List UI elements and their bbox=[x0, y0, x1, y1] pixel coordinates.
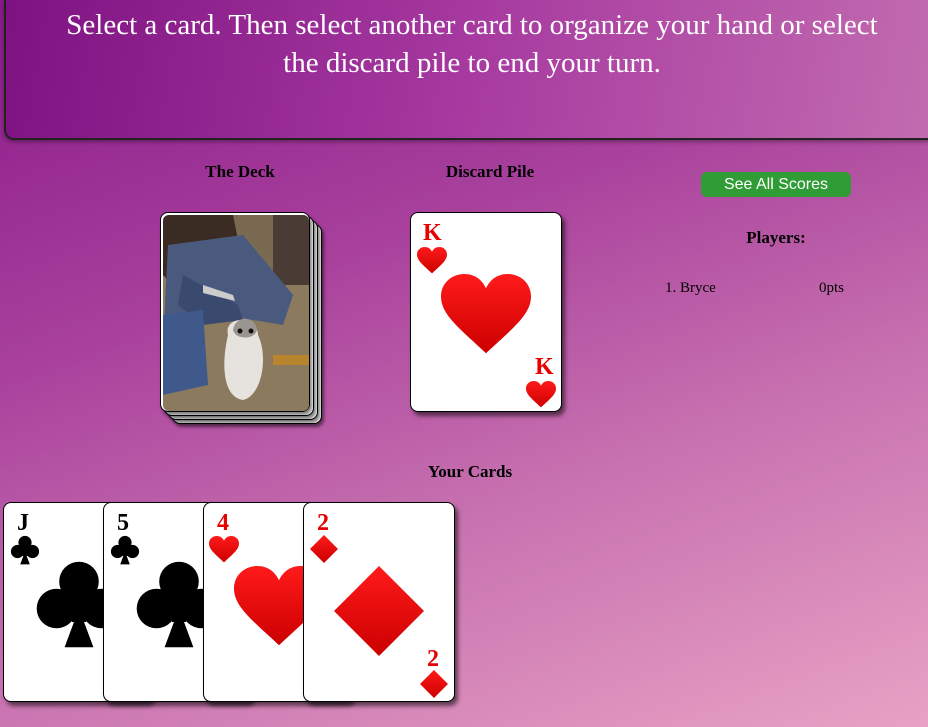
card-rank: 5 bbox=[117, 510, 129, 536]
your-cards-label: Your Cards bbox=[427, 462, 513, 481]
discard-pile-card[interactable]: K K bbox=[410, 212, 562, 412]
card-rank: 4 bbox=[217, 510, 229, 536]
instruction-line-2: the discard pile to end your turn. bbox=[283, 47, 661, 79]
instruction-banner: Select a card. Then select another card … bbox=[4, 0, 928, 140]
instruction-text: Select a card. Then select another card … bbox=[6, 6, 928, 82]
card-rank: J bbox=[17, 510, 29, 536]
deck[interactable] bbox=[160, 212, 330, 432]
card-rank: 2 bbox=[317, 510, 329, 536]
heart-icon bbox=[417, 247, 447, 274]
heart-icon bbox=[526, 381, 556, 408]
card-rank: K bbox=[535, 354, 554, 380]
diamond-icon bbox=[420, 670, 448, 698]
deck-top-card bbox=[160, 212, 310, 412]
deck-label: The Deck bbox=[205, 162, 275, 181]
players-heading: Players: bbox=[746, 228, 806, 247]
card-rank: 2 bbox=[427, 646, 439, 672]
card-rank: K bbox=[423, 220, 442, 246]
diamond-icon bbox=[310, 535, 338, 563]
player-name: 1. Bryce bbox=[665, 280, 716, 296]
hand-card-two-diamonds[interactable]: 2 2 bbox=[303, 502, 455, 702]
diamond-icon bbox=[334, 560, 424, 662]
heart-icon bbox=[441, 271, 531, 358]
deck-photo-image bbox=[163, 215, 309, 411]
see-all-scores-button[interactable]: See All Scores bbox=[701, 172, 851, 197]
discard-pile-label: Discard Pile bbox=[445, 162, 535, 181]
player-score: 0pts bbox=[819, 280, 845, 296]
heart-icon bbox=[209, 536, 239, 563]
instruction-line-1: Select a card. Then select another card … bbox=[66, 9, 878, 41]
